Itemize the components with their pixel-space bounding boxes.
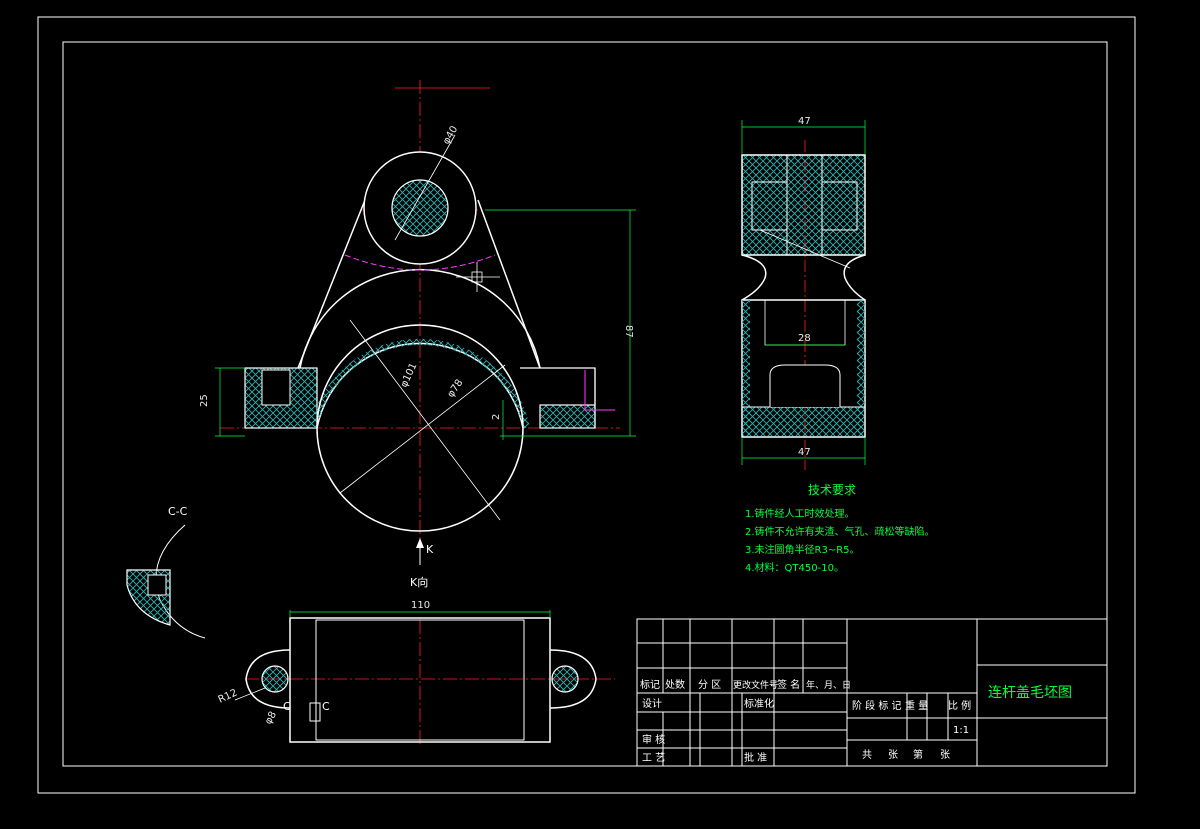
section-cc-label: C-C xyxy=(168,505,188,518)
tb-review: 审 核 xyxy=(642,733,665,746)
bottom-dim-110: 110 xyxy=(411,600,430,611)
dim-2-label: 2 xyxy=(491,414,502,420)
side-view xyxy=(741,120,866,470)
tb-scale-label: 比 例 xyxy=(948,699,971,712)
rev-header-zone: 分 区 xyxy=(698,679,721,691)
tb-weight: 重 量 xyxy=(905,699,928,712)
tb-stage-mark: 阶 段 标 记 xyxy=(852,699,902,712)
dim-phi8-label: φ8 xyxy=(263,710,279,727)
tech-note-3: 3.未注圆角半径R3~R5。 xyxy=(745,543,860,556)
tb-sheet-word2: 张 xyxy=(940,749,950,761)
drawing-title: 连杆盖毛坯图 xyxy=(988,685,1072,701)
side-dim-top-47: 47 xyxy=(798,116,811,127)
cut-marker-right: C xyxy=(322,700,330,713)
tech-notes-heading: 技术要求 xyxy=(808,483,856,497)
tb-scale-value: 1:1 xyxy=(953,725,969,736)
dim-phi40-label: φ40 xyxy=(441,124,460,146)
side-dim-bottom-47: 47 xyxy=(798,447,811,458)
rev-header-doc: 更改文件号 xyxy=(733,679,778,691)
tech-note-4: 4.材料：QT450-10。 xyxy=(745,561,844,574)
dim-phi101-label: φ101 xyxy=(399,361,420,389)
tech-note-2: 2.铸件不允许有夹渣、气孔、疏松等缺陷。 xyxy=(745,525,935,538)
view-arrow-letter: K xyxy=(426,543,434,556)
dim-25-label: 25 xyxy=(199,394,210,407)
tb-process: 工 艺 xyxy=(642,752,665,764)
side-dim-28: 28 xyxy=(798,333,811,344)
dim-r12-label: R12 xyxy=(217,687,239,705)
tb-standardize: 标准化 xyxy=(744,697,774,710)
view-direction-label: K向 xyxy=(410,575,428,589)
dim-phi78-label: φ78 xyxy=(445,378,465,400)
bottom-view xyxy=(234,610,615,745)
dim-87-label: 87 xyxy=(623,325,634,338)
tech-note-1: 1.铸件经人工时效处理。 xyxy=(745,507,855,520)
tb-approve: 批 准 xyxy=(744,751,767,764)
tb-total-sheets: 共 xyxy=(862,749,872,761)
rev-header-date: 年、月、日 xyxy=(806,679,851,691)
tb-sheets-word: 张 xyxy=(888,749,898,761)
tb-design: 设计 xyxy=(642,697,662,710)
rev-header-count: 处数 xyxy=(665,678,685,691)
front-view xyxy=(215,80,636,565)
rev-header-sign: 签 名 xyxy=(777,678,800,691)
cad-drawing-canvas: φ40 87 25 φ101 φ78 2 K K向 47 28 47 C-C 1… xyxy=(37,16,1136,794)
cut-marker-left: C xyxy=(283,700,291,713)
tb-sheet-no: 第 xyxy=(913,748,923,761)
rev-header-mark: 标记 xyxy=(640,679,660,691)
section-cc-view xyxy=(126,524,206,639)
